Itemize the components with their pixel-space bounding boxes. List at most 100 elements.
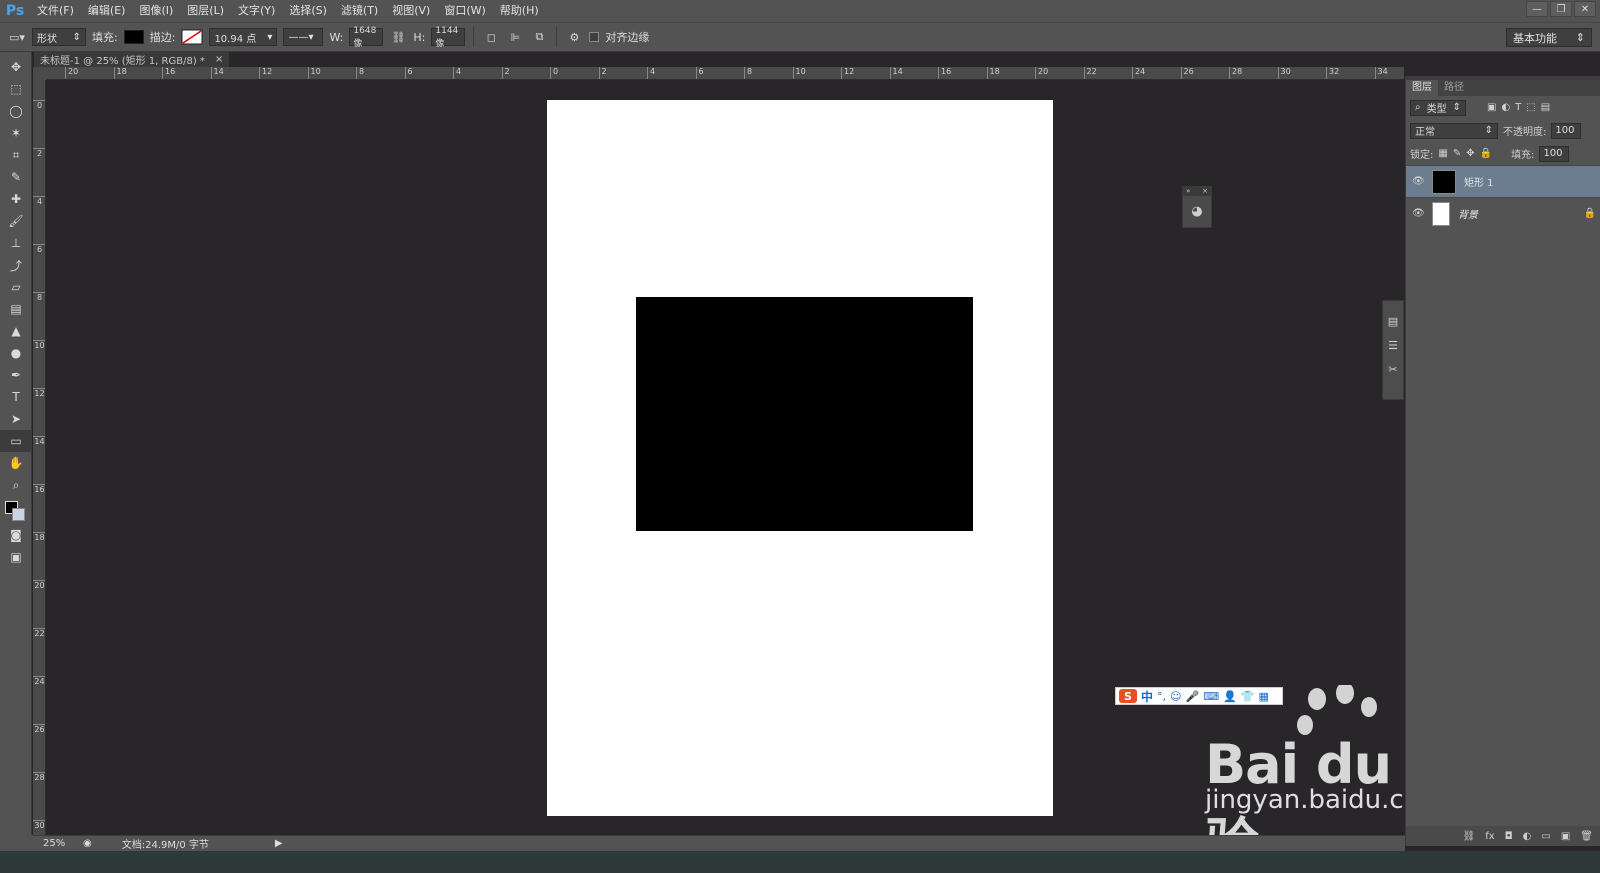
filter-type-icon[interactable]: T bbox=[1515, 102, 1521, 113]
crop-tool-icon[interactable]: ⌗ bbox=[0, 144, 32, 166]
fill-swatch[interactable] bbox=[123, 30, 144, 44]
filter-shape-icon[interactable]: ⬚ bbox=[1526, 102, 1535, 113]
color-swatches[interactable] bbox=[0, 496, 32, 524]
close-button[interactable]: ✕ bbox=[1574, 1, 1596, 17]
filter-kind-select[interactable]: ⌕ 类型 ⇕ bbox=[1410, 99, 1466, 116]
document-tab[interactable]: 未标题-1 @ 25% (矩形 1, RGB/8) * × bbox=[34, 52, 230, 67]
move-tool-icon[interactable]: ✥ bbox=[0, 56, 32, 78]
delete-layer-icon[interactable]: 🗑 bbox=[1580, 831, 1593, 842]
dodge-tool-icon[interactable]: ● bbox=[0, 342, 32, 364]
lock-image-icon[interactable]: ✎ bbox=[1453, 148, 1461, 159]
lasso-tool-icon[interactable]: ◯ bbox=[0, 100, 32, 122]
path-alignment-icon[interactable]: ⊫ bbox=[506, 28, 524, 46]
share-icon[interactable]: ◉ bbox=[83, 838, 92, 849]
keyboard-icon[interactable]: ⌨ bbox=[1203, 690, 1219, 703]
menu-select[interactable]: 选择(S) bbox=[282, 0, 334, 22]
blur-tool-icon[interactable]: ▲ bbox=[0, 320, 32, 342]
menu-file[interactable]: 文件(F) bbox=[30, 0, 81, 22]
stroke-type-select[interactable]: ——▾ bbox=[283, 28, 324, 46]
menu-filter[interactable]: 滤镜(T) bbox=[334, 0, 385, 22]
minimize-button[interactable]: — bbox=[1526, 1, 1548, 17]
new-group-icon[interactable]: ▭ bbox=[1541, 831, 1550, 842]
pen-tool-icon[interactable]: ✒ bbox=[0, 364, 32, 386]
align-edges-checkbox[interactable] bbox=[589, 32, 600, 42]
toolbox-icon[interactable]: ▦ bbox=[1258, 690, 1268, 703]
stroke-size-field[interactable]: 10.94 点 ▾ bbox=[209, 28, 278, 46]
rectangle-tool-preset-icon[interactable]: ▭▾ bbox=[8, 28, 26, 46]
visibility-eye-icon[interactable]: 👁 bbox=[1412, 176, 1425, 187]
user-icon[interactable]: 👤 bbox=[1223, 690, 1237, 703]
menu-image[interactable]: 图像(I) bbox=[132, 0, 180, 22]
layer-style-icon[interactable]: fx bbox=[1485, 831, 1494, 842]
document-canvas[interactable] bbox=[547, 100, 1053, 816]
width-field[interactable]: 1648 像 bbox=[349, 26, 384, 49]
ruler-origin[interactable] bbox=[33, 67, 47, 80]
shape-mode-select[interactable]: 形状 ⇕ bbox=[32, 28, 86, 46]
gradient-tool-icon[interactable]: ▤ bbox=[0, 298, 32, 320]
clone-stamp-tool-icon[interactable]: ⊥ bbox=[0, 232, 32, 254]
rectangle-tool-icon[interactable]: ▭ bbox=[0, 430, 32, 452]
quick-mask-icon[interactable]: ◙ bbox=[0, 524, 32, 546]
filter-image-icon[interactable]: ▣ bbox=[1487, 102, 1496, 113]
workspace-select[interactable]: 基本功能 ⇕ bbox=[1506, 28, 1592, 47]
3d-panel-icon[interactable]: ◕ bbox=[1183, 196, 1211, 226]
zoom-level[interactable]: 25% bbox=[43, 838, 73, 849]
layer-row-rectangle[interactable]: 👁 矩形 1 bbox=[1406, 165, 1600, 197]
emoji-icon[interactable]: ☺ bbox=[1170, 690, 1181, 703]
adjustment-layer-icon[interactable]: ◐ bbox=[1523, 831, 1532, 842]
lock-transparent-icon[interactable]: ▦ bbox=[1438, 148, 1447, 159]
magic-wand-tool-icon[interactable]: ✶ bbox=[0, 122, 32, 144]
menu-layer[interactable]: 图层(L) bbox=[180, 0, 231, 22]
close-tab-icon[interactable]: × bbox=[215, 54, 223, 65]
expand-icon[interactable]: » bbox=[1186, 187, 1190, 196]
rectangle-shape[interactable] bbox=[636, 297, 973, 531]
link-icon[interactable]: ⛓ bbox=[389, 28, 407, 46]
properties-panel-icon[interactable]: ☰ bbox=[1383, 333, 1403, 357]
floating-panel-header[interactable]: » × bbox=[1183, 187, 1211, 196]
screen-mode-icon[interactable]: ▣ bbox=[0, 546, 32, 568]
healing-brush-tool-icon[interactable]: ✚ bbox=[0, 188, 32, 210]
zoom-tool-icon[interactable]: ⌕ bbox=[0, 474, 32, 496]
menu-help[interactable]: 帮助(H) bbox=[493, 0, 546, 22]
gear-icon[interactable]: ⚙ bbox=[565, 28, 583, 46]
filter-smart-object-icon[interactable]: ▤ bbox=[1541, 102, 1550, 113]
fill-field[interactable]: 100 bbox=[1539, 145, 1570, 162]
status-menu-arrow-icon[interactable]: ▶ bbox=[275, 838, 283, 849]
link-layers-icon[interactable]: ⛓ bbox=[1463, 831, 1476, 842]
path-arrangement-icon[interactable]: ⧉ bbox=[530, 28, 548, 46]
sogou-logo-icon[interactable]: S bbox=[1119, 689, 1137, 703]
brush-tool-icon[interactable]: 🖌 bbox=[0, 210, 32, 232]
history-brush-tool-icon[interactable]: ⤴ bbox=[0, 254, 32, 276]
new-layer-icon[interactable]: ▣ bbox=[1561, 831, 1570, 842]
menu-view[interactable]: 视图(V) bbox=[385, 0, 437, 22]
path-operations-icon[interactable]: ◻ bbox=[482, 28, 500, 46]
menu-window[interactable]: 窗口(W) bbox=[437, 0, 492, 22]
eraser-tool-icon[interactable]: ▱ bbox=[0, 276, 32, 298]
horizontal-ruler[interactable]: 20 18 16 14 12 10 8 6 4 2 0 2 4 6 8 10 12 14 16 18 20 22 24 26 2… bbox=[47, 67, 1404, 80]
restore-button[interactable]: ❐ bbox=[1550, 1, 1572, 17]
menu-edit[interactable]: 编辑(E) bbox=[81, 0, 133, 22]
path-selection-tool-icon[interactable]: ➤ bbox=[0, 408, 32, 430]
microphone-icon[interactable]: 🎤 bbox=[1185, 690, 1199, 703]
opacity-field[interactable]: 100 bbox=[1551, 122, 1582, 139]
visibility-eye-icon[interactable]: 👁 bbox=[1412, 208, 1425, 219]
stroke-swatch[interactable] bbox=[181, 29, 203, 45]
marquee-tool-icon[interactable]: ⬚ bbox=[0, 78, 32, 100]
lock-all-icon[interactable]: 🔒 bbox=[1480, 148, 1492, 159]
menu-type[interactable]: 文字(Y) bbox=[231, 0, 282, 22]
vertical-ruler[interactable]: 0 2 4 6 8 10 12 14 16 18 20 22 24 26 28 30 bbox=[33, 80, 46, 835]
background-color[interactable] bbox=[12, 508, 25, 521]
height-field[interactable]: 1144 像 bbox=[431, 26, 466, 49]
layer-row-background[interactable]: 👁 背景 🔒 bbox=[1406, 197, 1600, 229]
blend-mode-select[interactable]: 正常 ⇕ bbox=[1410, 122, 1498, 139]
hand-tool-icon[interactable]: ✋ bbox=[0, 452, 32, 474]
tool-presets-icon[interactable]: ✂ bbox=[1383, 357, 1403, 381]
history-panel-icon[interactable]: ▤ bbox=[1383, 309, 1403, 333]
tab-layers[interactable]: 图层 bbox=[1406, 80, 1438, 96]
eyedropper-tool-icon[interactable]: ✎ bbox=[0, 166, 32, 188]
punctuation-icon[interactable]: °, bbox=[1157, 690, 1166, 703]
lock-position-icon[interactable]: ✥ bbox=[1466, 148, 1474, 159]
tab-paths[interactable]: 路径 bbox=[1438, 80, 1470, 96]
filter-adjustment-icon[interactable]: ◐ bbox=[1501, 102, 1510, 113]
type-tool-icon[interactable]: T bbox=[0, 386, 32, 408]
